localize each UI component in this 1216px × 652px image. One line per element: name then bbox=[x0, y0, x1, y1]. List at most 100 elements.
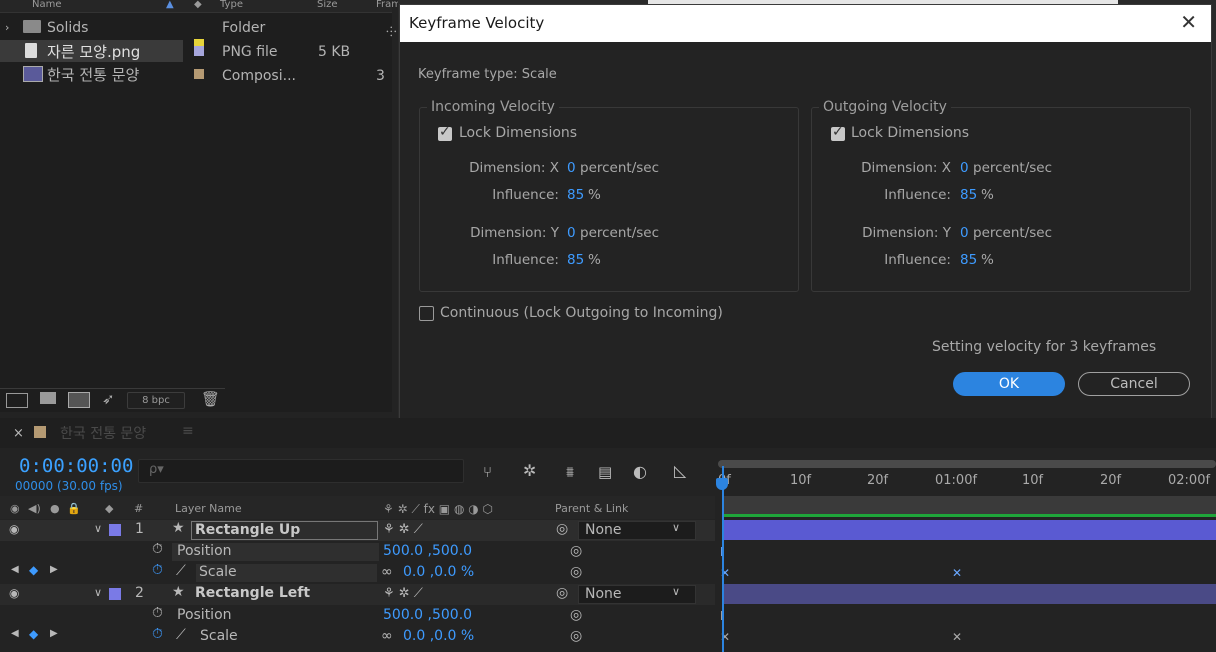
property-row-position[interactable]: ⏱ Position 500.0 ,500.0 ◎ bbox=[0, 605, 715, 626]
position-value[interactable]: 500.0 ,500.0 bbox=[383, 607, 472, 623]
label-swatch[interactable] bbox=[194, 69, 204, 79]
bit-depth-button[interactable]: 8 bpc bbox=[127, 392, 185, 409]
incoming-influence-y-value[interactable]: 85 bbox=[567, 252, 584, 268]
property-row-scale[interactable]: ◀ ◆ ▶ ⏱ ⟋ Scale ∞ 0.0 ,0.0 % ◎ bbox=[0, 626, 715, 647]
work-area-bar[interactable] bbox=[718, 460, 1216, 468]
render-icon[interactable]: ➶ bbox=[102, 390, 115, 408]
scale-value[interactable]: 0.0 ,0.0 % bbox=[403, 564, 474, 580]
layer-switches[interactable]: ⚘ ✲ ⟋ bbox=[383, 586, 423, 601]
col-layer-name[interactable]: Layer Name bbox=[175, 502, 242, 515]
next-keyframe-icon[interactable]: ▶ bbox=[50, 564, 58, 575]
prev-keyframe-icon[interactable]: ◀ bbox=[11, 564, 19, 575]
incoming-influence-x-value[interactable]: 85 bbox=[567, 187, 584, 203]
sort-arrow-icon[interactable]: ▲ bbox=[166, 0, 174, 10]
interpret-footage-icon[interactable] bbox=[6, 393, 28, 408]
playhead[interactable] bbox=[722, 466, 724, 652]
close-icon[interactable]: ✕ bbox=[1180, 10, 1197, 34]
layer-name[interactable]: Rectangle Up bbox=[191, 521, 378, 540]
outgoing-dim-x-value[interactable]: 0 bbox=[960, 160, 969, 176]
layer-switches[interactable]: ⚘ ✲ ⟋ bbox=[383, 522, 423, 537]
project-item[interactable]: › Solids Folder bbox=[0, 17, 392, 49]
stopwatch-icon[interactable]: ⏱ bbox=[152, 605, 163, 621]
stopwatch-icon[interactable]: ⏱ bbox=[152, 562, 163, 578]
layer-1-bar[interactable] bbox=[722, 520, 1216, 540]
layer-row-2[interactable]: ◉ ∨ 2 ★ Rectangle Left ⚘ ✲ ⟋ ◎ None ∨ bbox=[0, 584, 715, 605]
col-name[interactable]: Name bbox=[32, 0, 62, 10]
col-size[interactable]: Size bbox=[317, 0, 338, 10]
pickwhip-icon[interactable]: ◎ bbox=[570, 607, 582, 623]
trash-icon[interactable]: 🗑 bbox=[201, 390, 220, 408]
close-tab-icon[interactable]: × bbox=[13, 426, 24, 441]
layer-label-swatch[interactable] bbox=[109, 524, 121, 536]
continuous-label: Continuous (Lock Outgoing to Incoming) bbox=[440, 305, 723, 321]
graph-icon[interactable]: ⟋ bbox=[176, 627, 186, 643]
audio-icon[interactable]: ◀) bbox=[28, 502, 41, 515]
label-swatch[interactable] bbox=[194, 46, 204, 56]
expand-arrow-icon[interactable]: ∨ bbox=[94, 586, 102, 599]
property-row-scale[interactable]: ◀ ◆ ▶ ⏱ ⟋ Scale ∞ 0.0 ,0.0 % ◎ bbox=[0, 562, 715, 583]
outgoing-dim-y-value[interactable]: 0 bbox=[960, 225, 969, 241]
visibility-eye-icon[interactable]: ◉ bbox=[9, 586, 19, 600]
pickwhip-icon[interactable]: ◎ bbox=[556, 585, 568, 601]
ok-button[interactable]: OK bbox=[953, 372, 1065, 396]
lock-icon[interactable]: 🔒 bbox=[67, 502, 81, 515]
solo-icon[interactable]: ● bbox=[50, 502, 60, 515]
continuous-checkbox[interactable] bbox=[419, 306, 434, 321]
col-type[interactable]: Type bbox=[220, 0, 243, 10]
motion-blur-icon[interactable]: ◐ bbox=[633, 462, 647, 481]
comp-flowchart-icon[interactable]: ⑂ bbox=[483, 463, 492, 481]
prev-keyframe-icon[interactable]: ◀ bbox=[11, 628, 19, 639]
layer-search-input[interactable]: ρ▾ bbox=[138, 459, 464, 483]
layer-name[interactable]: Rectangle Left bbox=[195, 585, 310, 601]
layer-label-swatch[interactable] bbox=[109, 588, 121, 600]
dialog-title-bar[interactable]: Keyframe Velocity ✕ bbox=[400, 5, 1211, 42]
pickwhip-icon[interactable]: ◎ bbox=[570, 543, 582, 559]
graph-editor-icon[interactable]: ◺ bbox=[674, 461, 686, 480]
outgoing-influence-x-value[interactable]: 85 bbox=[960, 187, 977, 203]
constrain-link-icon[interactable]: ∞ bbox=[381, 564, 393, 580]
incoming-lock-checkbox[interactable] bbox=[438, 124, 452, 141]
stopwatch-icon[interactable]: ⏱ bbox=[152, 541, 163, 557]
current-time-display[interactable]: 0:00:00:00 bbox=[19, 455, 133, 477]
incoming-dim-y-value[interactable]: 0 bbox=[567, 225, 576, 241]
add-keyframe-icon[interactable]: ◆ bbox=[29, 627, 38, 641]
stopwatch-icon[interactable]: ⏱ bbox=[152, 626, 163, 642]
pickwhip-icon[interactable]: ◎ bbox=[570, 628, 582, 644]
flowchart-icon[interactable]: ⸭ bbox=[386, 22, 397, 40]
incoming-dim-x-value[interactable]: 0 bbox=[567, 160, 576, 176]
label-icon[interactable]: ◆ bbox=[105, 502, 113, 515]
keyframe-marker[interactable]: ✕ bbox=[952, 630, 962, 644]
keyframe-marker[interactable]: ✕ bbox=[952, 566, 962, 580]
col-number[interactable]: # bbox=[134, 502, 143, 515]
constrain-link-icon[interactable]: ∞ bbox=[381, 628, 393, 644]
layer-row-1[interactable]: ◉ ∨ 1 ★ Rectangle Up ⚘ ✲ ⟋ ◎ None ∨ bbox=[0, 520, 715, 541]
new-composition-icon[interactable] bbox=[68, 392, 90, 408]
label-tag-icon[interactable]: ◆ bbox=[194, 0, 202, 10]
shy-icon[interactable]: ⩩ bbox=[566, 463, 574, 481]
frame-blending-icon[interactable]: ▤ bbox=[598, 463, 612, 481]
outgoing-lock-checkbox[interactable] bbox=[831, 124, 845, 141]
playhead-handle[interactable] bbox=[716, 478, 728, 490]
outgoing-influence-y-value[interactable]: 85 bbox=[960, 252, 977, 268]
col-parent[interactable]: Parent & Link bbox=[555, 502, 628, 515]
pickwhip-icon[interactable]: ◎ bbox=[556, 521, 568, 537]
scale-value[interactable]: 0.0 ,0.0 % bbox=[403, 628, 474, 644]
layer-2-bar[interactable] bbox=[722, 584, 1216, 604]
visibility-eye-icon[interactable]: ◉ bbox=[9, 522, 19, 536]
layer-number: 1 bbox=[135, 521, 144, 537]
add-keyframe-icon[interactable]: ◆ bbox=[29, 563, 38, 577]
eye-icon[interactable]: ◉ bbox=[10, 502, 20, 515]
cancel-button[interactable]: Cancel bbox=[1078, 372, 1190, 396]
position-value[interactable]: 500.0 ,500.0 bbox=[383, 543, 472, 559]
next-keyframe-icon[interactable]: ▶ bbox=[50, 628, 58, 639]
graph-icon[interactable]: ⟋ bbox=[176, 563, 186, 579]
new-folder-icon[interactable] bbox=[40, 392, 56, 404]
draft-3d-icon[interactable]: ✲ bbox=[523, 461, 536, 480]
expand-arrow-icon[interactable]: › bbox=[5, 21, 9, 34]
comp-tab-name[interactable]: 한국 전통 문양 bbox=[60, 423, 146, 443]
property-row-position[interactable]: ⏱ Position 500.0 ,500.0 ◎ bbox=[0, 541, 715, 562]
project-item-selected[interactable]: 자른 모양.png bbox=[0, 40, 183, 62]
panel-menu-icon[interactable]: ≡ bbox=[182, 423, 194, 439]
pickwhip-icon[interactable]: ◎ bbox=[570, 564, 582, 580]
expand-arrow-icon[interactable]: ∨ bbox=[94, 522, 102, 535]
